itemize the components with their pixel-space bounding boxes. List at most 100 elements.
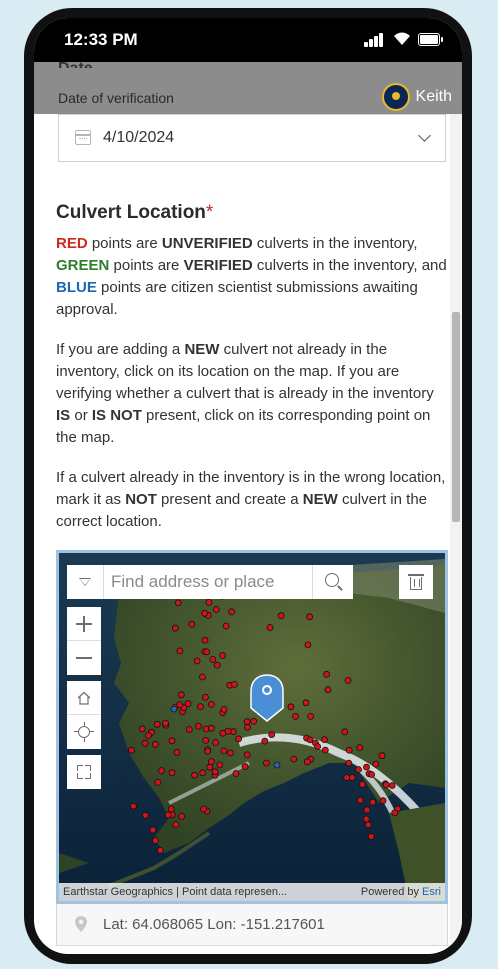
culvert-point-unverified[interactable] — [202, 736, 210, 744]
culvert-point-unverified[interactable] — [199, 769, 207, 777]
culvert-point-unverified[interactable] — [224, 727, 232, 735]
culvert-point-submission[interactable] — [170, 705, 178, 713]
culvert-point-unverified[interactable] — [228, 608, 236, 616]
culvert-map[interactable]: Earthstar Geographics | Point data repre… — [56, 550, 448, 904]
culvert-point-unverified[interactable] — [303, 758, 311, 766]
culvert-point-unverified[interactable] — [173, 748, 181, 756]
attribution-text[interactable]: Earthstar Geographics | Point data repre… — [63, 883, 343, 901]
satellite-basemap[interactable] — [59, 553, 445, 901]
culvert-point-unverified[interactable] — [292, 712, 299, 720]
culvert-point-unverified[interactable] — [158, 767, 165, 775]
culvert-point-unverified[interactable] — [204, 747, 212, 755]
trash-icon[interactable] — [399, 565, 433, 599]
culvert-point-unverified[interactable] — [203, 648, 211, 656]
zoom-out-button[interactable] — [67, 641, 101, 675]
culvert-point-unverified[interactable] — [185, 726, 193, 733]
culvert-point-unverified[interactable] — [154, 778, 162, 786]
culvert-point-unverified[interactable] — [201, 636, 209, 644]
culvert-point-unverified[interactable] — [250, 717, 258, 725]
culvert-point-unverified[interactable] — [168, 737, 176, 745]
culvert-point-unverified[interactable] — [141, 739, 149, 747]
scrollbar-thumb[interactable] — [452, 312, 460, 522]
culvert-point-unverified[interactable] — [369, 798, 377, 806]
culvert-point-unverified[interactable] — [177, 691, 185, 699]
culvert-point-unverified[interactable] — [207, 758, 215, 766]
culvert-point-unverified[interactable] — [324, 686, 332, 694]
culvert-point-unverified[interactable] — [243, 751, 251, 759]
culvert-point-unverified[interactable] — [306, 613, 314, 621]
culvert-point-unverified[interactable] — [368, 771, 376, 778]
culvert-point-unverified[interactable] — [188, 620, 196, 628]
culvert-point-unverified[interactable] — [266, 624, 274, 631]
user-account[interactable]: Keith — [381, 82, 452, 112]
search-source-toggle[interactable] — [67, 565, 104, 599]
esri-link[interactable]: Esri — [422, 886, 441, 898]
culvert-point-unverified[interactable] — [213, 661, 221, 669]
culvert-point-unverified[interactable] — [306, 736, 314, 744]
culvert-point-unverified[interactable] — [302, 699, 310, 707]
date-picker[interactable]: 4/10/2024 — [58, 114, 446, 162]
culvert-point-unverified[interactable] — [345, 746, 353, 754]
culvert-point-unverified[interactable] — [290, 755, 298, 763]
culvert-point-unverified[interactable] — [216, 761, 224, 769]
culvert-point-unverified[interactable] — [356, 796, 364, 804]
culvert-point-unverified[interactable] — [212, 739, 220, 746]
culvert-point-unverified[interactable] — [142, 811, 149, 819]
culvert-point-unverified[interactable] — [345, 759, 353, 767]
culvert-point-unverified[interactable] — [314, 743, 322, 750]
culvert-point-unverified[interactable] — [206, 763, 214, 771]
culvert-point-unverified[interactable] — [197, 703, 204, 711]
culvert-point-submission[interactable] — [273, 761, 281, 769]
search-icon[interactable] — [312, 565, 353, 599]
culvert-point-unverified[interactable] — [193, 657, 201, 665]
culvert-point-unverified[interactable] — [232, 770, 240, 777]
culvert-point-unverified[interactable] — [277, 612, 285, 620]
culvert-point-unverified[interactable] — [321, 746, 329, 754]
culvert-point-unverified[interactable] — [220, 747, 228, 755]
culvert-point-unverified[interactable] — [344, 677, 352, 684]
culvert-point-unverified[interactable] — [171, 624, 179, 632]
culvert-point-unverified[interactable] — [363, 806, 371, 814]
culvert-point-unverified[interactable] — [207, 700, 215, 708]
culvert-point-unverified[interactable] — [176, 701, 184, 709]
culvert-point-unverified[interactable] — [320, 736, 328, 744]
culvert-point-unverified[interactable] — [356, 744, 364, 752]
culvert-point-unverified[interactable] — [378, 752, 386, 760]
fullscreen-button[interactable] — [67, 755, 101, 789]
culvert-point-unverified[interactable] — [363, 763, 370, 771]
culvert-point-unverified[interactable] — [372, 760, 380, 768]
culvert-point-unverified[interactable] — [200, 805, 208, 813]
culvert-point-unverified[interactable] — [379, 797, 387, 805]
map-search-input[interactable] — [111, 565, 307, 599]
culvert-point-unverified[interactable] — [355, 766, 362, 773]
culvert-point-unverified[interactable] — [201, 609, 208, 617]
culvert-point-unverified[interactable] — [364, 821, 372, 829]
culvert-point-unverified[interactable] — [145, 732, 152, 739]
culvert-point-unverified[interactable] — [382, 781, 390, 789]
map-search-widget[interactable] — [67, 565, 353, 599]
culvert-point-unverified[interactable] — [130, 802, 137, 810]
culvert-point-unverified[interactable] — [212, 606, 220, 613]
culvert-point-unverified[interactable] — [162, 719, 169, 727]
culvert-point-unverified[interactable] — [287, 703, 295, 711]
culvert-point-unverified[interactable] — [168, 769, 176, 777]
culvert-point-unverified[interactable] — [222, 622, 230, 630]
culvert-point-unverified[interactable] — [268, 731, 276, 739]
culvert-point-unverified[interactable] — [367, 833, 375, 840]
culvert-point-unverified[interactable] — [241, 763, 249, 771]
culvert-point-unverified[interactable] — [211, 768, 219, 776]
culvert-point-unverified[interactable] — [167, 805, 175, 813]
culvert-point-unverified[interactable] — [231, 680, 238, 688]
culvert-point-unverified[interactable] — [391, 809, 399, 817]
culvert-point-unverified[interactable] — [152, 740, 159, 748]
culvert-point-unverified[interactable] — [388, 782, 396, 789]
culvert-point-unverified[interactable] — [164, 811, 172, 819]
culvert-point-unverified[interactable] — [153, 720, 161, 728]
culvert-point-unverified[interactable] — [220, 705, 228, 713]
culvert-point-unverified[interactable] — [341, 728, 349, 736]
culvert-point-unverified[interactable] — [343, 774, 351, 781]
culvert-point-unverified[interactable] — [138, 725, 146, 733]
culvert-point-unverified[interactable] — [152, 837, 159, 845]
culvert-point-unverified[interactable] — [226, 749, 234, 757]
culvert-point-unverified[interactable] — [219, 652, 227, 659]
